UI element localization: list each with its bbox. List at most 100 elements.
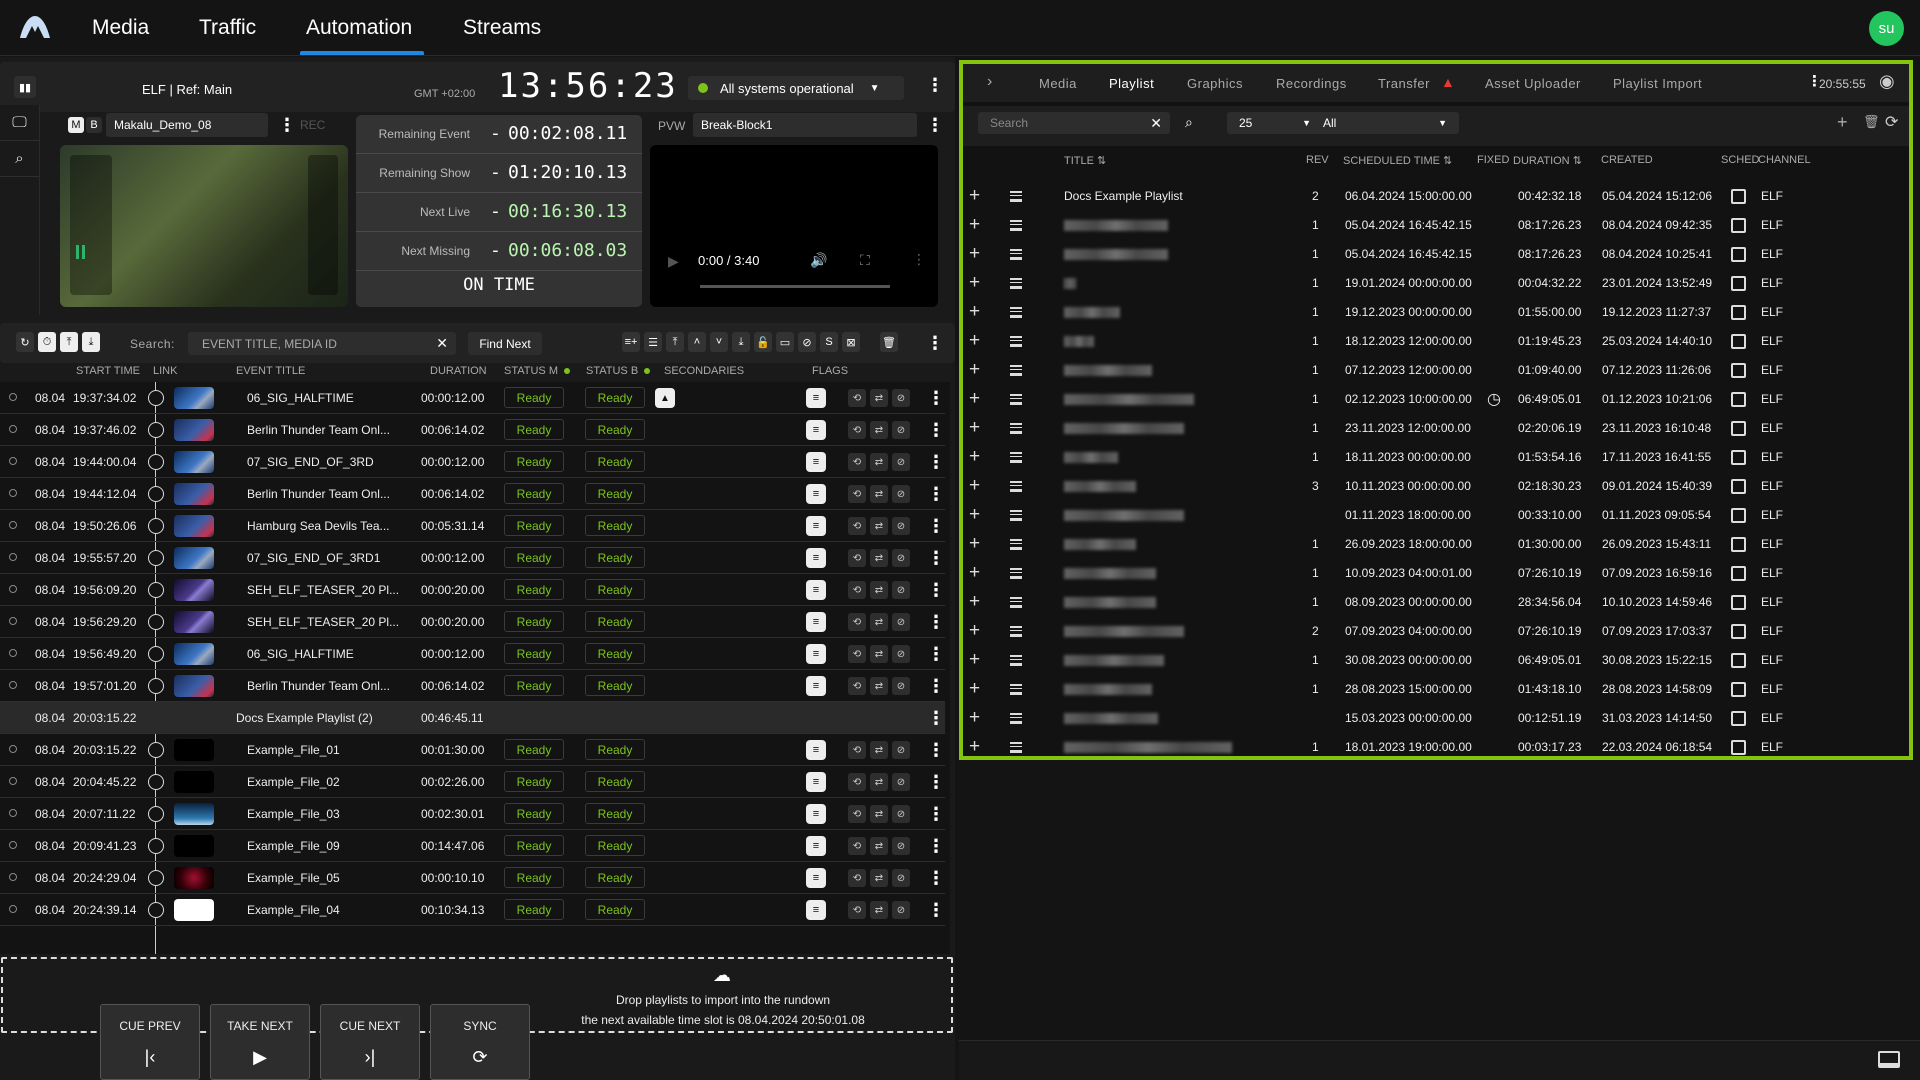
loop-flag-icon[interactable]: ⟲: [848, 869, 866, 887]
notes-flag-icon[interactable]: ≡: [806, 452, 826, 472]
tab-graphics[interactable]: Graphics: [1187, 76, 1243, 91]
col-rev[interactable]: REV: [1306, 154, 1329, 166]
add-to-rundown-icon[interactable]: +: [969, 243, 980, 265]
drag-handle-icon[interactable]: [1010, 394, 1022, 405]
switch-flag-icon[interactable]: ⇄: [870, 485, 888, 503]
image-secondary-icon[interactable]: ▲: [655, 388, 675, 408]
notes-flag-icon[interactable]: ≡: [806, 484, 826, 504]
notes-flag-icon[interactable]: ≡: [806, 548, 826, 568]
link-node-icon[interactable]: [148, 742, 164, 758]
loop-flag-icon[interactable]: ⟲: [848, 517, 866, 535]
add-to-rundown-icon[interactable]: +: [969, 185, 980, 207]
program-menu-icon[interactable]: ⋮: [278, 116, 296, 134]
row-menu-icon[interactable]: ⋮: [927, 741, 945, 759]
col-duration[interactable]: DURATION ⇅: [1513, 154, 1582, 167]
move-up-icon[interactable]: ˄: [688, 332, 706, 352]
playlist-row[interactable]: + Docs Example Playlist 2 06.04.2024 15:00:…: [963, 182, 1909, 211]
link-node-icon[interactable]: [148, 678, 164, 694]
rundown-row[interactable]: Ready Ready ≡ ⟲ ⇄ ⊘ ⋮ 08.04 20:07:11.22 Example_F…: [0, 798, 945, 830]
move-down-icon[interactable]: ˅: [710, 332, 728, 352]
drag-handle-icon[interactable]: [1010, 191, 1022, 202]
link-node-icon[interactable]: [148, 486, 164, 502]
rundown-row[interactable]: Ready Ready ≡ ⟲ ⇄ ⊘ ⋮ 08.04 19:56:49.20 06_SIG_HA…: [0, 638, 945, 670]
tab-recordings[interactable]: Recordings: [1276, 76, 1347, 91]
playlist-group-row[interactable]: ⋮ 08.04 20:03:15.22 Docs Example Playlist (…: [0, 702, 945, 734]
link-node-icon[interactable]: [148, 390, 164, 406]
switch-flag-icon[interactable]: ⇄: [870, 517, 888, 535]
preview-menu-icon[interactable]: ⋮: [926, 116, 944, 134]
header-menu-icon[interactable]: ⋮: [926, 76, 944, 94]
row-menu-icon[interactable]: ⋮: [927, 869, 945, 887]
chat-icon[interactable]: [1878, 1051, 1900, 1068]
rundown-row[interactable]: Ready Ready ≡ ⟲ ⇄ ⊘ ⋮ 08.04 19:56:09.20 SEH_ELF_T…: [0, 574, 945, 606]
app-logo-icon[interactable]: [18, 14, 52, 40]
col-event-title[interactable]: EVENT TITLE: [236, 365, 305, 377]
link-node-icon[interactable]: [148, 774, 164, 790]
row-menu-icon[interactable]: ⋮: [927, 485, 945, 503]
drag-handle-icon[interactable]: [1010, 655, 1022, 666]
add-to-rundown-icon[interactable]: +: [969, 707, 980, 729]
notes-flag-icon[interactable]: ≡: [806, 516, 826, 536]
col-title[interactable]: TITLE ⇅: [1064, 154, 1106, 167]
row-menu-icon[interactable]: ⋮: [927, 645, 945, 663]
add-to-rundown-icon[interactable]: +: [969, 301, 980, 323]
col-created[interactable]: CREATED: [1601, 154, 1653, 166]
sched-checkbox[interactable]: [1731, 276, 1746, 291]
playlist-row[interactable]: +1 19.12.2023 00:00:00.00 01:55:00.00 19.12…: [963, 298, 1909, 327]
loop-flag-icon[interactable]: ⟲: [848, 805, 866, 823]
switch-flag-icon[interactable]: ⇄: [870, 677, 888, 695]
drag-handle-icon[interactable]: [1010, 510, 1022, 521]
playlist-row[interactable]: +1 07.12.2023 12:00:00.00 01:09:40.00 07.12…: [963, 356, 1909, 385]
add-to-rundown-icon[interactable]: +: [969, 649, 980, 671]
row-menu-icon[interactable]: ⋮: [927, 677, 945, 695]
switch-flag-icon[interactable]: ⇄: [870, 421, 888, 439]
playlist-row[interactable]: +1 10.09.2023 04:00:01.00 07:26:10.19 07.09…: [963, 559, 1909, 588]
add-to-rundown-icon[interactable]: +: [969, 272, 980, 294]
row-menu-icon[interactable]: ⋮: [927, 709, 945, 727]
link-node-icon[interactable]: [148, 838, 164, 854]
col-fixed[interactable]: FIXED: [1477, 154, 1509, 166]
sched-checkbox[interactable]: [1731, 450, 1746, 465]
add-to-rundown-icon[interactable]: +: [969, 678, 980, 700]
rundown-row[interactable]: Ready Ready ≡ ⟲ ⇄ ⊘ ⋮ 08.04 20:09:41.23 Example_F…: [0, 830, 945, 862]
playlist-row[interactable]: +3 10.11.2023 00:00:00.00 02:18:30.23 09.01…: [963, 472, 1909, 501]
link-node-icon[interactable]: [148, 550, 164, 566]
switch-flag-icon[interactable]: ⇄: [870, 837, 888, 855]
switch-flag-icon[interactable]: ⇄: [870, 549, 888, 567]
loop-flag-icon[interactable]: ⟲: [848, 901, 866, 919]
drag-handle-icon[interactable]: [1010, 713, 1022, 724]
monitor-icon[interactable]: 🖵: [0, 105, 39, 141]
loop-flag-icon[interactable]: ⟲: [848, 677, 866, 695]
col-secondaries[interactable]: SECONDARIES: [664, 365, 744, 377]
add-to-rundown-icon[interactable]: +: [969, 359, 980, 381]
link-node-icon[interactable]: [148, 614, 164, 630]
no-graphics-flag-icon[interactable]: ⊘: [892, 869, 910, 887]
no-graphics-flag-icon[interactable]: ⊘: [892, 581, 910, 599]
row-menu-icon[interactable]: ⋮: [927, 581, 945, 599]
player-progress-bar[interactable]: [700, 285, 890, 288]
drag-handle-icon[interactable]: [1010, 481, 1022, 492]
rundown-row[interactable]: Ready Ready ≡ ⟲ ⇄ ⊘ ⋮ 08.04 19:57:01.20 Berlin Th…: [0, 670, 945, 702]
rundown-row[interactable]: Ready Ready ▲ ≡ ⟲ ⇄ ⊘ ⋮ 08.04 19:37:34.02 06_SIG_H…: [0, 382, 945, 414]
sched-checkbox[interactable]: [1731, 740, 1746, 755]
row-menu-icon[interactable]: ⋮: [927, 773, 945, 791]
loop-flag-icon[interactable]: ⟲: [848, 613, 866, 631]
sched-checkbox[interactable]: [1731, 189, 1746, 204]
row-menu-icon[interactable]: ⋮: [927, 421, 945, 439]
add-to-rundown-icon[interactable]: +: [969, 736, 980, 758]
drag-handle-icon[interactable]: [1010, 365, 1022, 376]
no-graphics-flag-icon[interactable]: ⊘: [892, 453, 910, 471]
filter-select[interactable]: All ▼: [1311, 112, 1459, 134]
sched-checkbox[interactable]: [1731, 537, 1746, 552]
sched-checkbox[interactable]: [1731, 218, 1746, 233]
row-menu-icon[interactable]: ⋮: [927, 805, 945, 823]
notes-flag-icon[interactable]: ≡: [806, 644, 826, 664]
no-graphics-flag-icon[interactable]: ⊘: [892, 389, 910, 407]
col-scheduled-time[interactable]: SCHEDULED TIME ⇅: [1343, 154, 1452, 167]
playlist-row[interactable]: +1 26.09.2023 18:00:00.00 01:30:00.00 26.09…: [963, 530, 1909, 559]
col-link[interactable]: LINK: [153, 365, 177, 377]
playlist-row[interactable]: +1 19.01.2024 00:00:00.00 00:04:32.22 23.01…: [963, 269, 1909, 298]
no-graphics-flag-icon[interactable]: ⊘: [892, 837, 910, 855]
rundown-row[interactable]: Ready Ready ≡ ⟲ ⇄ ⊘ ⋮ 08.04 19:56:29.20 SEH_ELF_T…: [0, 606, 945, 638]
loop-flag-icon[interactable]: ⟲: [848, 773, 866, 791]
